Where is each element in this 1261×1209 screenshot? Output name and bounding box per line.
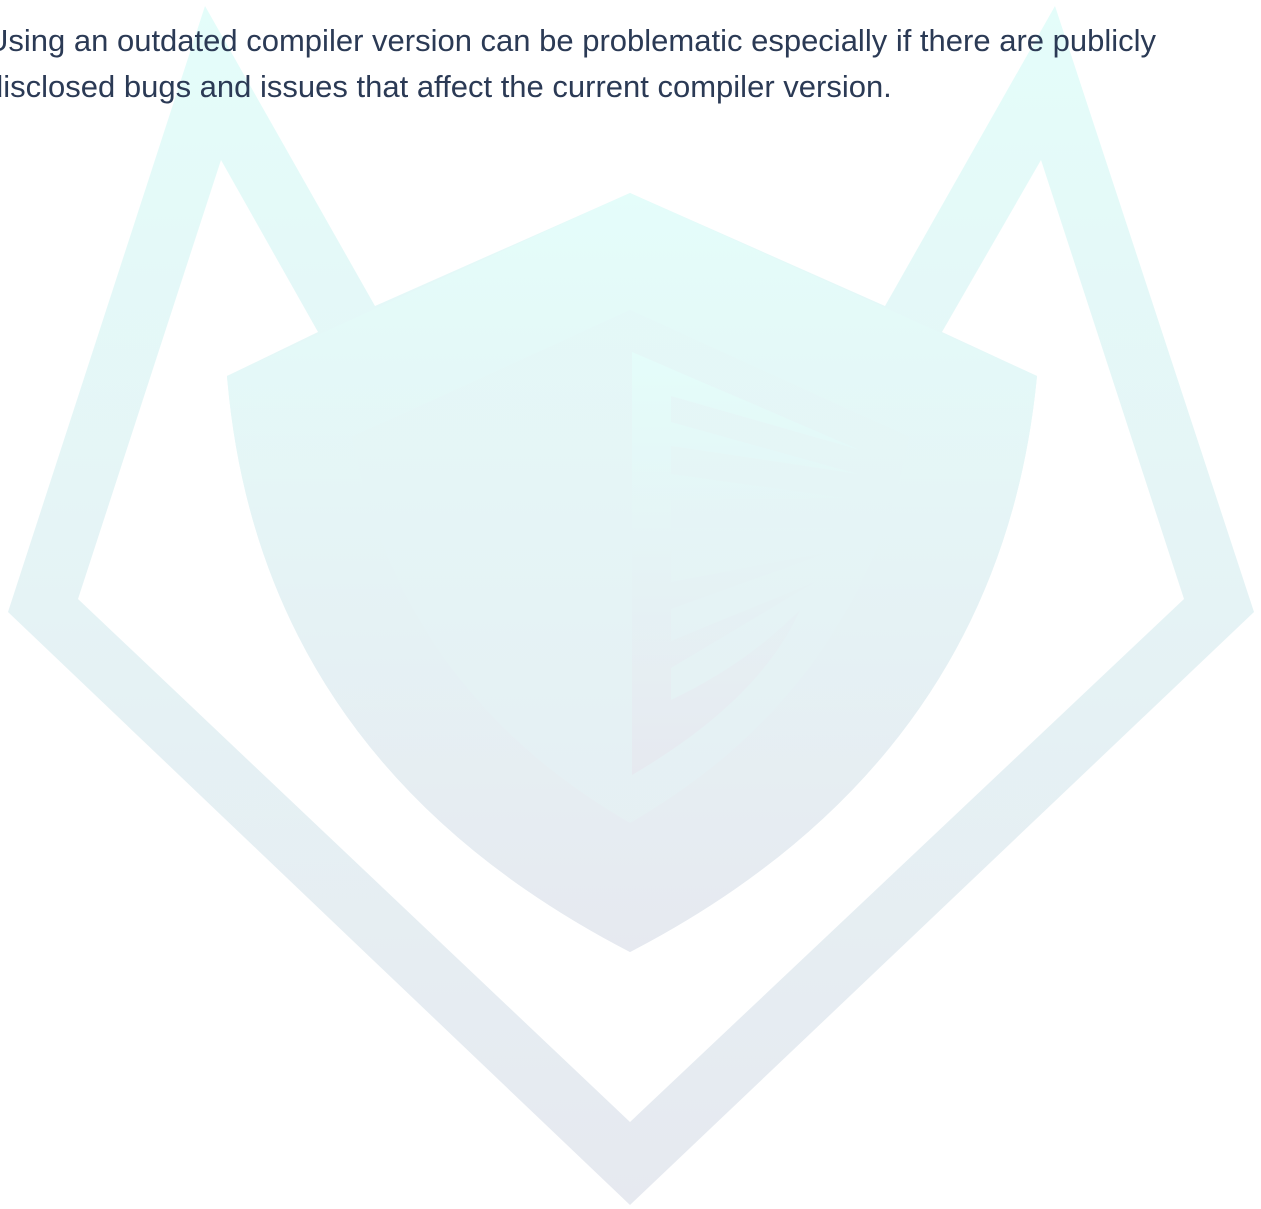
paragraph-line-2: disclosed bugs and issues that affect th… — [0, 69, 892, 104]
document-page: Using an outdated compiler version can b… — [0, 0, 1261, 1209]
fox-shield-logo-watermark-icon — [8, 6, 1254, 1205]
fox-outline-shape — [8, 6, 1254, 1205]
paragraph-text: Using an outdated compiler version can b… — [0, 18, 1261, 110]
paragraph-line-1: Using an outdated compiler version can b… — [0, 23, 1157, 58]
